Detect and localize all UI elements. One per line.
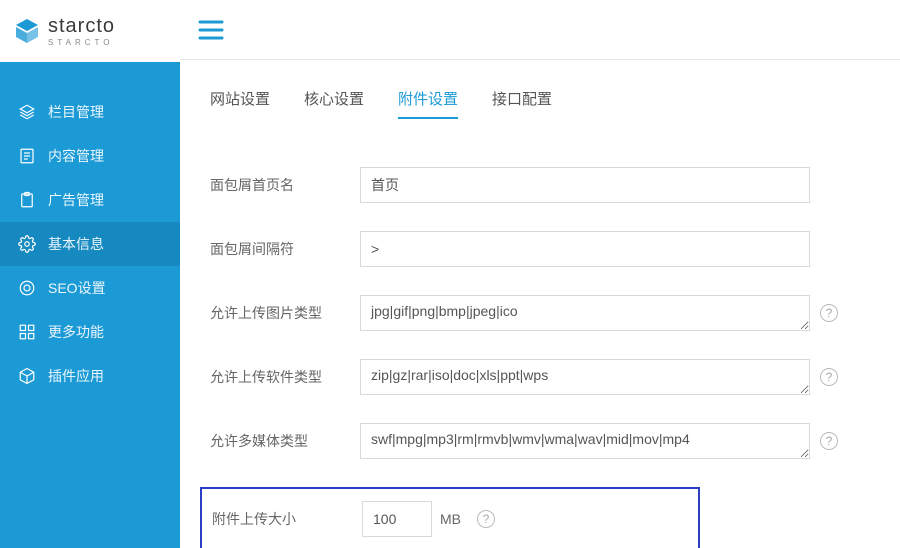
help-icon[interactable]: ? <box>477 510 495 528</box>
field-label: 允许上传图片类型 <box>210 303 360 323</box>
sidebar-item-label: 内容管理 <box>48 146 104 166</box>
field-label: 允许多媒体类型 <box>210 431 360 451</box>
row-breadcrumb-sep: 面包屑间隔符 <box>210 231 880 267</box>
main: 网站设置 核心设置 附件设置 接口配置 面包屑首页名 面包屑间隔符 <box>180 0 900 548</box>
sidebar-item-label: 基本信息 <box>48 234 104 254</box>
topbar <box>180 0 900 60</box>
sidebar: starcto STARCTO 栏目管理 内容管理 广告 <box>0 0 180 548</box>
menu-toggle-icon[interactable] <box>198 19 224 41</box>
breadcrumb-sep-input[interactable] <box>360 231 810 267</box>
help-icon[interactable]: ? <box>820 368 838 386</box>
image-types-input[interactable] <box>360 295 810 331</box>
field-label: 面包屑首页名 <box>210 175 360 195</box>
upload-size-highlight: 附件上传大小 MB ? <box>200 487 700 548</box>
help-icon[interactable]: ? <box>820 432 838 450</box>
field-label: 面包屑间隔符 <box>210 239 360 259</box>
tab-core[interactable]: 核心设置 <box>304 88 364 119</box>
document-icon <box>18 147 36 165</box>
layers-icon <box>18 103 36 121</box>
upload-size-input[interactable] <box>362 501 432 537</box>
cube-icon <box>18 367 36 385</box>
sidebar-item-label: 广告管理 <box>48 190 104 210</box>
target-icon <box>18 279 36 297</box>
row-upload-size: 附件上传大小 MB ? <box>202 501 698 537</box>
tabs: 网站设置 核心设置 附件设置 接口配置 <box>210 88 880 119</box>
sidebar-item-ads[interactable]: 广告管理 <box>0 178 180 222</box>
media-types-input[interactable] <box>360 423 810 459</box>
field-label: 附件上传大小 <box>212 509 362 529</box>
clipboard-icon <box>18 191 36 209</box>
upload-size-unit: MB <box>440 511 461 527</box>
brand-sub: STARCTO <box>48 38 115 47</box>
row-software-types: 允许上传软件类型 ? <box>210 359 880 395</box>
brand-name: starcto <box>48 16 115 36</box>
tab-site[interactable]: 网站设置 <box>210 88 270 119</box>
gear-icon <box>18 235 36 253</box>
row-breadcrumb-home: 面包屑首页名 <box>210 167 880 203</box>
brand-logo: starcto STARCTO <box>0 0 180 62</box>
sidebar-item-plugins[interactable]: 插件应用 <box>0 354 180 398</box>
tab-attach[interactable]: 附件设置 <box>398 88 458 119</box>
content: 网站设置 核心设置 附件设置 接口配置 面包屑首页名 面包屑间隔符 <box>180 60 900 548</box>
row-image-types: 允许上传图片类型 ? <box>210 295 880 331</box>
sidebar-item-columns[interactable]: 栏目管理 <box>0 90 180 134</box>
software-types-input[interactable] <box>360 359 810 395</box>
sidebar-item-content[interactable]: 内容管理 <box>0 134 180 178</box>
settings-form: 面包屑首页名 面包屑间隔符 允许上传图片类型 ? <box>210 167 880 548</box>
row-media-types: 允许多媒体类型 ? <box>210 423 880 459</box>
grid-icon <box>18 323 36 341</box>
sidebar-item-label: 栏目管理 <box>48 102 104 122</box>
logo-icon <box>14 18 40 44</box>
help-icon[interactable]: ? <box>820 304 838 322</box>
tab-api[interactable]: 接口配置 <box>492 88 552 119</box>
sidebar-nav: 栏目管理 内容管理 广告管理 基本信息 <box>0 62 180 398</box>
sidebar-item-basic[interactable]: 基本信息 <box>0 222 180 266</box>
breadcrumb-home-input[interactable] <box>360 167 810 203</box>
sidebar-item-label: SEO设置 <box>48 278 106 298</box>
sidebar-item-more[interactable]: 更多功能 <box>0 310 180 354</box>
field-label: 允许上传软件类型 <box>210 367 360 387</box>
sidebar-item-label: 插件应用 <box>48 366 104 386</box>
sidebar-item-seo[interactable]: SEO设置 <box>0 266 180 310</box>
sidebar-item-label: 更多功能 <box>48 322 104 342</box>
